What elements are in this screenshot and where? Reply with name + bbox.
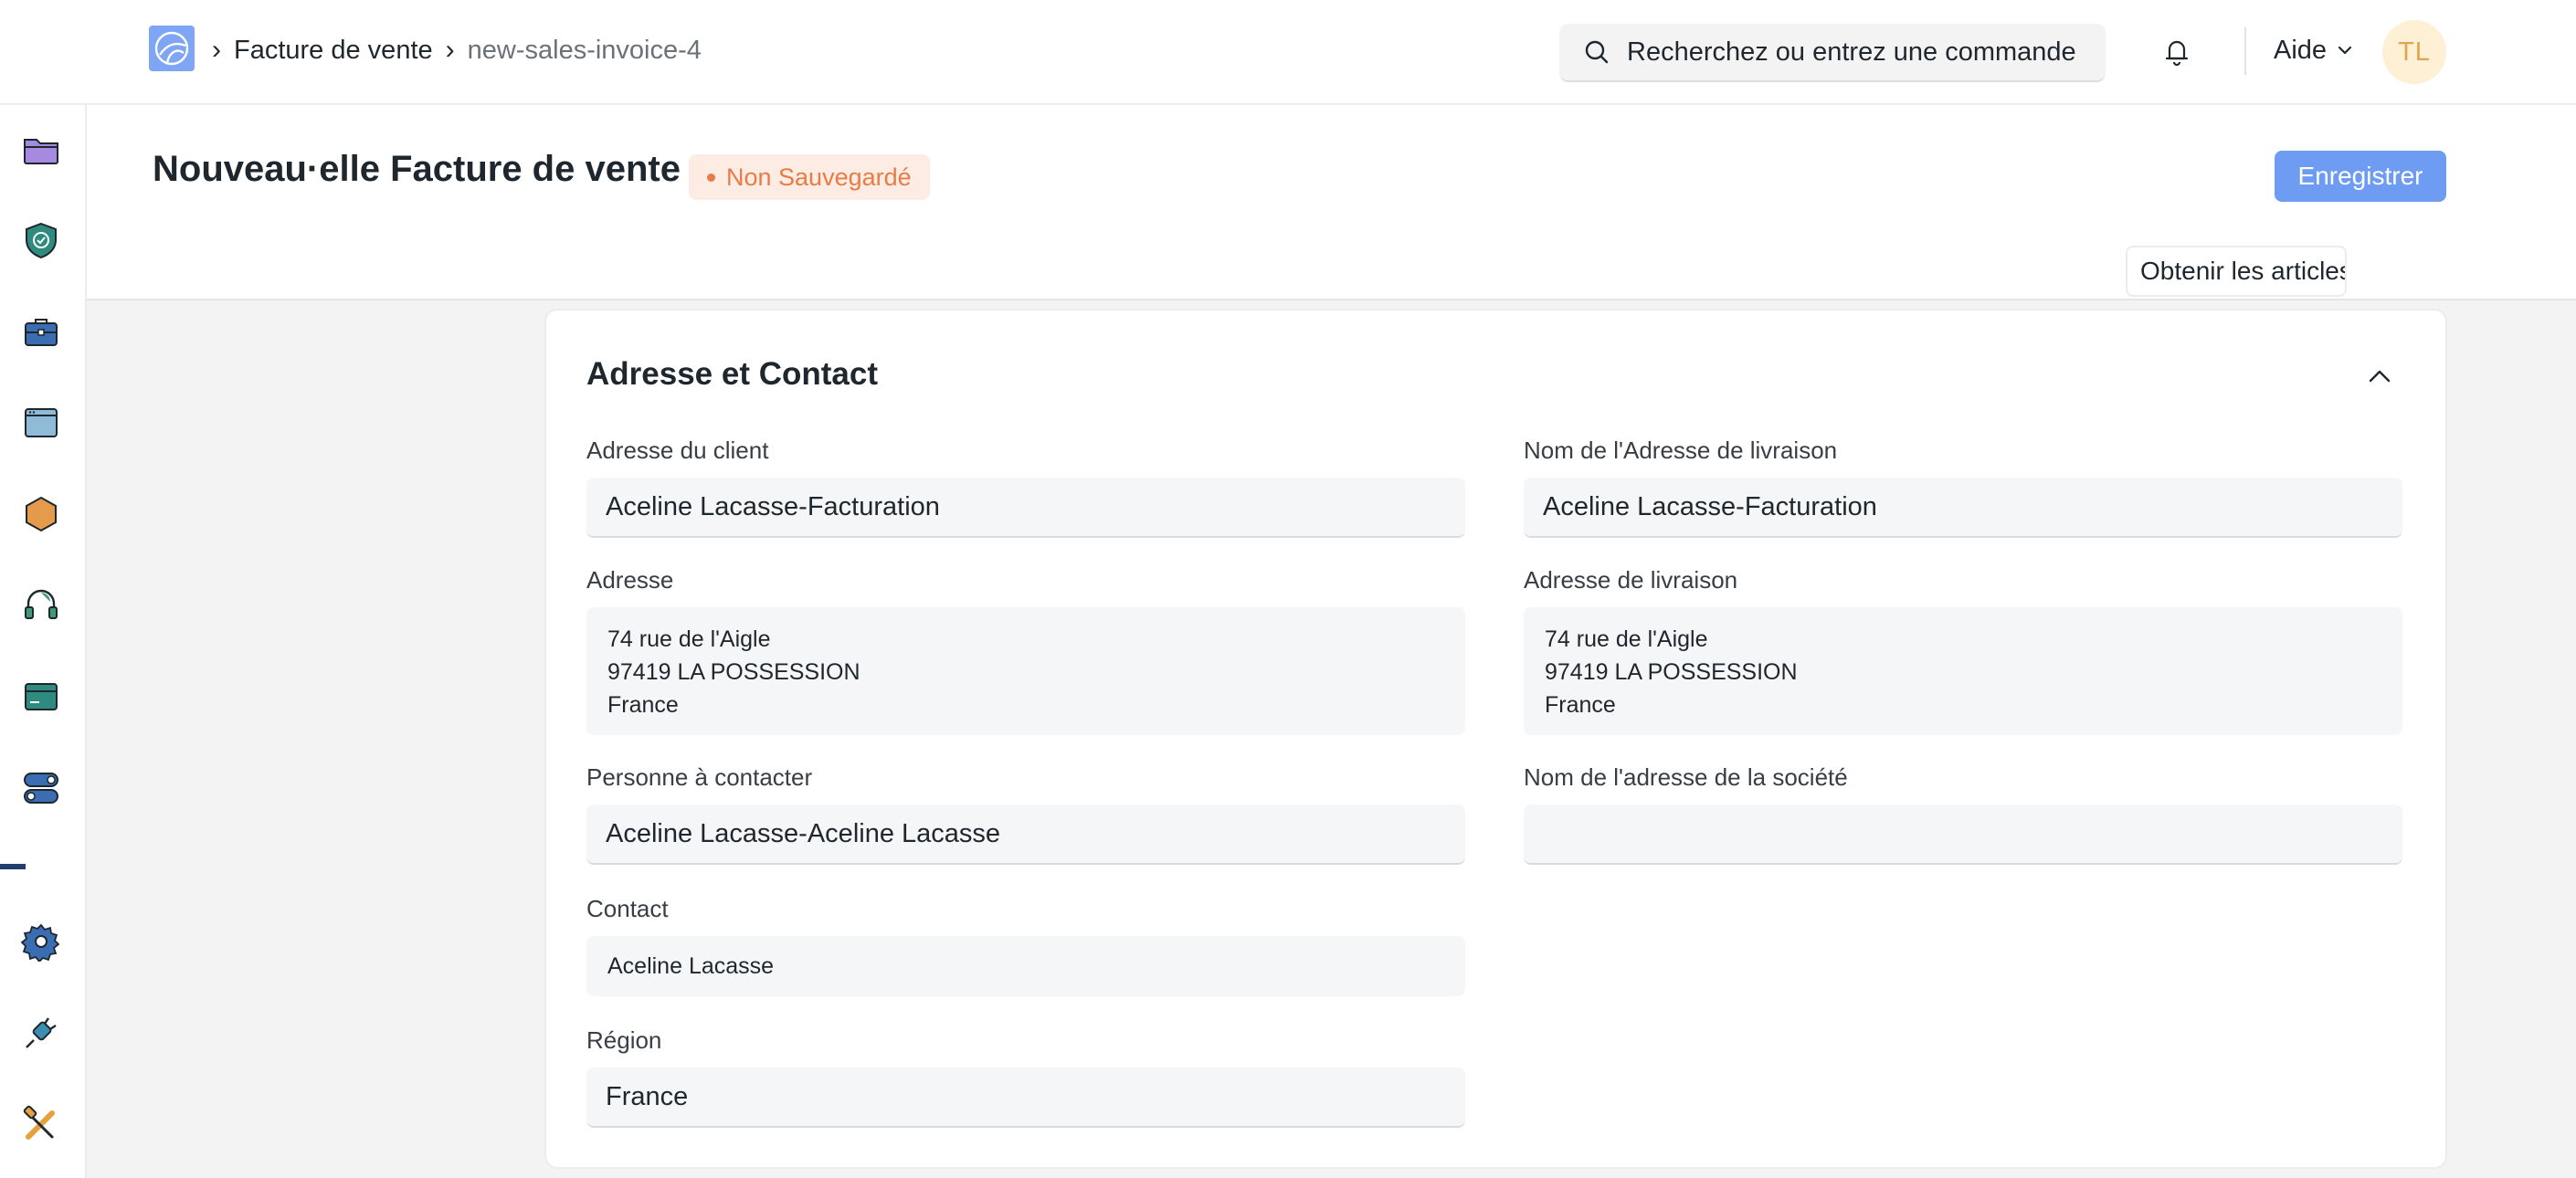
get-items-label: Obtenir les articles de [2140,257,2347,285]
address-label: Adresse [586,566,674,594]
navbar-divider [2244,27,2246,75]
save-button[interactable]: Enregistrer [2275,151,2446,202]
chevron-right-icon: › [212,35,221,65]
status-dot-icon [707,173,715,182]
page-title: Nouveau·elle Facture de vente [153,149,681,189]
page-header: Nouveau·elle Facture de vente Non Sauveg… [87,105,2576,300]
region-field[interactable]: France [586,1068,1465,1128]
hexagon-icon[interactable] [20,493,62,535]
chevron-right-icon: › [445,35,455,65]
status-badge: Non Sauvegardé [689,154,930,200]
window-icon[interactable] [20,402,62,444]
address-line: 97419 LA POSSESSION [607,659,860,685]
search-icon [1585,40,1609,64]
shipping-address-name-field[interactable]: Aceline Lacasse-Facturation [1524,478,2402,538]
address-contact-section: Adresse et Contact Adresse du client Ace… [544,309,2447,1169]
search-input[interactable] [1627,37,2102,68]
top-navbar: › Facture de vente › new-sales-invoice-4… [0,0,2576,105]
contact-display: Aceline Lacasse [586,936,1465,996]
plug-icon[interactable] [20,1012,62,1054]
shipping-address-name-label: Nom de l'Adresse de livraison [1524,436,1838,464]
shield-check-icon[interactable] [20,219,62,261]
address-display: 74 rue de l'Aigle 97419 LA POSSESSION Fr… [586,607,1465,735]
status-text: Non Sauvegardé [726,163,912,191]
folder-icon[interactable] [20,128,62,170]
shipping-address-line: France [1545,692,1616,718]
breadcrumb-doctype[interactable]: Facture de vente [234,36,433,66]
gear-icon[interactable] [20,920,62,962]
customer-address-label: Adresse du client [586,436,769,464]
breadcrumb-document[interactable]: new-sales-invoice-4 [468,36,702,66]
sidebar-section-divider [0,864,26,869]
tools-icon[interactable] [20,1103,62,1145]
user-avatar[interactable]: TL [2382,20,2446,84]
shipping-address-line: 97419 LA POSSESSION [1545,659,1798,685]
sidebar [0,105,87,1178]
customer-address-field[interactable]: Aceline Lacasse-Facturation [586,478,1465,538]
help-label: Aide [2274,35,2328,65]
chevron-down-icon [2338,46,2352,55]
notification-bell-icon[interactable] [2161,35,2192,68]
contact-person-field[interactable]: Aceline Lacasse-Aceline Lacasse [586,805,1465,865]
address-line: France [607,692,679,718]
address-line: 74 rue de l'Aigle [607,626,771,652]
chevron-up-icon[interactable] [2366,365,2393,387]
company-address-name-field[interactable] [1524,805,2402,865]
headset-icon[interactable] [20,584,62,626]
contact-person-label: Personne à contacter [586,763,813,791]
shipping-address-label: Adresse de livraison [1524,566,1738,594]
help-dropdown[interactable]: Aide [2274,31,2354,69]
get-items-from-select[interactable]: Obtenir les articles de [2126,246,2347,297]
region-label: Région [586,1026,662,1054]
section-title: Adresse et Contact [586,356,878,392]
company-address-name-label: Nom de l'adresse de la société [1524,763,1848,791]
shipping-address-line: 74 rue de l'Aigle [1545,626,1708,652]
card-icon[interactable] [20,676,62,718]
toggles-icon[interactable] [20,767,62,809]
shipping-address-display: 74 rue de l'Aigle 97419 LA POSSESSION Fr… [1524,607,2402,735]
contact-label: Contact [586,895,669,922]
breadcrumb: › Facture de vente › new-sales-invoice-4 [212,31,702,69]
awesomebar-search[interactable] [1559,24,2106,82]
briefcase-icon[interactable] [20,310,62,352]
app-logo-icon[interactable] [149,26,195,71]
